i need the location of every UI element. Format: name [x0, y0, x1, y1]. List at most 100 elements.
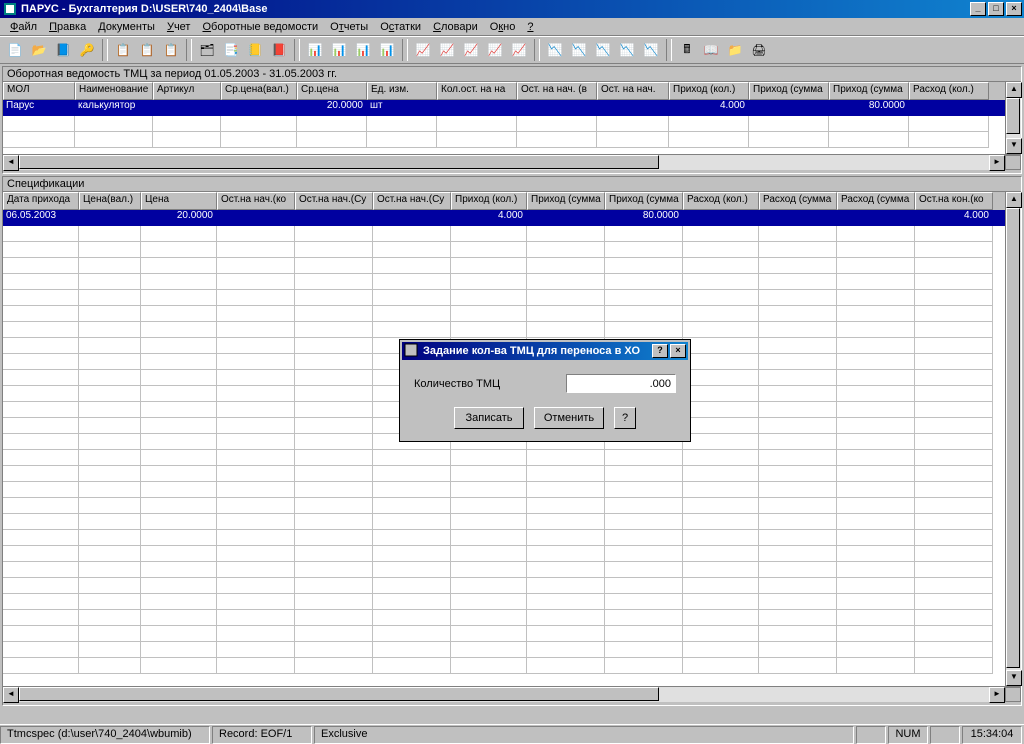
table-row[interactable]: [3, 562, 1005, 578]
dialog-help-button[interactable]: ?: [652, 344, 668, 358]
col-incsumcur[interactable]: Приход (сумма: [749, 82, 829, 100]
spec-row[interactable]: 06.05.2003 20.0000 4.000 80.0000 4.000: [3, 210, 1005, 226]
scroll-right-icon[interactable]: ►: [989, 687, 1005, 703]
tb-open-icon[interactable]: 📂: [28, 39, 50, 61]
save-button[interactable]: Записать: [454, 407, 524, 429]
table-row[interactable]: [3, 610, 1005, 626]
tb-rep4-icon[interactable]: 📈: [484, 39, 506, 61]
scroll-up-icon[interactable]: ▲: [1006, 82, 1022, 98]
tb-rep5-icon[interactable]: 📈: [508, 39, 530, 61]
table-row[interactable]: [3, 658, 1005, 674]
scroll-up-icon[interactable]: ▲: [1006, 192, 1022, 208]
table-row[interactable]: [3, 626, 1005, 642]
col-mol[interactable]: МОЛ: [3, 82, 75, 100]
scroll-right-icon[interactable]: ►: [989, 155, 1005, 171]
menu-reports[interactable]: Отчеты: [324, 20, 374, 34]
dialog-close-button[interactable]: ×: [670, 344, 686, 358]
menu-window[interactable]: Окно: [484, 20, 522, 34]
menu-edit[interactable]: Правка: [43, 20, 92, 34]
table-row[interactable]: [3, 290, 1005, 306]
col-outqty2[interactable]: Расход (кол.): [683, 192, 759, 210]
col-startcur[interactable]: Ост. на нач. (в: [517, 82, 597, 100]
table-row[interactable]: [3, 514, 1005, 530]
table-row[interactable]: [3, 450, 1005, 466]
tb-card-icon[interactable]: 🗂: [196, 39, 218, 61]
tb-folder-icon[interactable]: 📁: [724, 39, 746, 61]
help-button[interactable]: ?: [614, 407, 636, 429]
tb-bal5-icon[interactable]: 📉: [640, 39, 662, 61]
scroll-down-icon[interactable]: ▼: [1006, 670, 1022, 686]
table-row[interactable]: [3, 226, 1005, 242]
turnover-row[interactable]: Парус калькулятор 20.0000 шт 4.000 80.00…: [3, 100, 1005, 116]
table-row[interactable]: [3, 530, 1005, 546]
turnover-hscroll[interactable]: ◄ ►: [3, 154, 1021, 170]
table-row[interactable]: [3, 242, 1005, 258]
table-row[interactable]: [3, 258, 1005, 274]
col-date[interactable]: Дата прихода: [3, 192, 79, 210]
tb-acct4-icon[interactable]: 📊: [376, 39, 398, 61]
col-incqty[interactable]: Приход (кол.): [669, 82, 749, 100]
tb-doc3-icon[interactable]: 📋: [160, 39, 182, 61]
table-row[interactable]: [3, 306, 1005, 322]
tb-rep1-icon[interactable]: 📈: [412, 39, 434, 61]
tb-key-icon[interactable]: 🔑: [76, 39, 98, 61]
tb-acct2-icon[interactable]: 📊: [328, 39, 350, 61]
maximize-button[interactable]: □: [988, 2, 1004, 16]
tb-doc2-icon[interactable]: 📋: [136, 39, 158, 61]
menu-documents[interactable]: Документы: [92, 20, 161, 34]
scroll-down-icon[interactable]: ▼: [1006, 138, 1022, 154]
col-outsumcur[interactable]: Расход (сумма: [759, 192, 837, 210]
table-row[interactable]: [3, 466, 1005, 482]
col-unit[interactable]: Ед. изм.: [367, 82, 437, 100]
turnover-vscroll[interactable]: ▲ ▼: [1005, 82, 1021, 154]
col-name[interactable]: Наименование: [75, 82, 153, 100]
col-incsum[interactable]: Приход (сумма: [829, 82, 909, 100]
tb-rep3-icon[interactable]: 📈: [460, 39, 482, 61]
quantity-input[interactable]: [566, 374, 676, 393]
tb-book2-icon[interactable]: 📕: [268, 39, 290, 61]
tb-acct1-icon[interactable]: 📊: [304, 39, 326, 61]
col-avgprice[interactable]: Ср.цена: [297, 82, 367, 100]
table-row[interactable]: [3, 578, 1005, 594]
table-row[interactable]: [3, 116, 1005, 132]
menu-file[interactable]: Файл: [4, 20, 43, 34]
tb-dict-icon[interactable]: 📖: [700, 39, 722, 61]
menu-help[interactable]: ?: [521, 20, 539, 34]
col-incqty2[interactable]: Приход (кол.): [451, 192, 527, 210]
col-price[interactable]: Цена: [141, 192, 217, 210]
tb-acct3-icon[interactable]: 📊: [352, 39, 374, 61]
minimize-button[interactable]: _: [970, 2, 986, 16]
menu-turnover[interactable]: Оборотные ведомости: [196, 20, 324, 34]
col-artikul[interactable]: Артикул: [153, 82, 221, 100]
cancel-button[interactable]: Отменить: [534, 407, 604, 429]
table-row[interactable]: [3, 322, 1005, 338]
scroll-left-icon[interactable]: ◄: [3, 155, 19, 171]
menu-balances[interactable]: Остатки: [374, 20, 427, 34]
col-qtystart[interactable]: Кол.ост. на на: [437, 82, 517, 100]
tb-new-icon[interactable]: 📄: [4, 39, 26, 61]
table-row[interactable]: [3, 274, 1005, 290]
col-incsum2[interactable]: Приход (сумма: [605, 192, 683, 210]
tb-bal4-icon[interactable]: 📉: [616, 39, 638, 61]
menu-accounting[interactable]: Учет: [161, 20, 197, 34]
tb-bal2-icon[interactable]: 📉: [568, 39, 590, 61]
table-row[interactable]: [3, 594, 1005, 610]
scroll-left-icon[interactable]: ◄: [3, 687, 19, 703]
table-row[interactable]: [3, 132, 1005, 148]
tb-rep2-icon[interactable]: 📈: [436, 39, 458, 61]
tb-bal3-icon[interactable]: 📉: [592, 39, 614, 61]
tb-print-icon[interactable]: 🖨: [748, 39, 770, 61]
tb-order-icon[interactable]: 📑: [220, 39, 242, 61]
menu-dictionaries[interactable]: Словари: [427, 20, 484, 34]
col-endqty[interactable]: Ост.на кон.(ко: [915, 192, 993, 210]
table-row[interactable]: [3, 642, 1005, 658]
col-startsumcur[interactable]: Ост.на нач.(Су: [295, 192, 373, 210]
table-row[interactable]: [3, 482, 1005, 498]
col-startsum[interactable]: Ост.на нач.(Су: [373, 192, 451, 210]
table-row[interactable]: [3, 498, 1005, 514]
table-row[interactable]: [3, 546, 1005, 562]
col-avgpricecur[interactable]: Ср.цена(вал.): [221, 82, 297, 100]
tb-bal1-icon[interactable]: 📉: [544, 39, 566, 61]
col-outsum[interactable]: Расход (сумма: [837, 192, 915, 210]
col-outqty[interactable]: Расход (кол.): [909, 82, 989, 100]
